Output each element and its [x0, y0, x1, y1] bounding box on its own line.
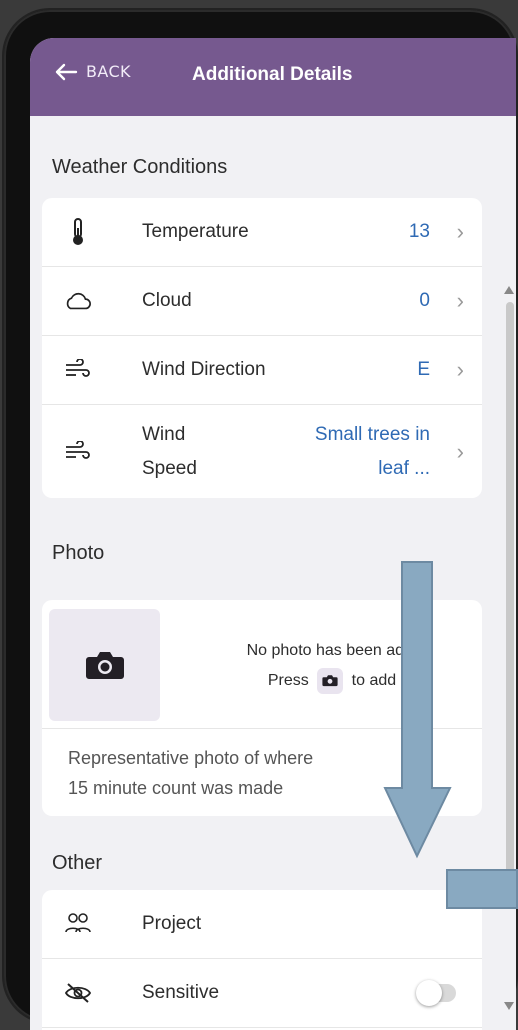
wind-direction-value: E [417, 359, 430, 380]
chevron-right-icon: › [456, 219, 464, 244]
cloud-icon [64, 287, 92, 315]
row-wind-direction[interactable]: Wind Direction E › [42, 336, 482, 405]
scroll-up-icon[interactable] [504, 286, 514, 294]
wind-speed-value-line1: Small trees in [314, 424, 430, 445]
photo-message-press: Press [267, 672, 309, 689]
annotation-arrow-down [383, 561, 452, 859]
project-label: Project [142, 913, 202, 934]
back-arrow-icon [55, 63, 78, 80]
cloud-value: 0 [419, 290, 430, 311]
row-wind-speed[interactable]: Wind Speed Small trees in leaf ... › [42, 405, 482, 498]
camera-icon [317, 667, 344, 694]
section-title-other: Other [52, 852, 103, 874]
sensitive-toggle[interactable] [416, 980, 456, 1006]
back-label: BACK [86, 62, 131, 81]
temperature-value: 13 [408, 221, 430, 242]
wind-icon [64, 438, 92, 466]
photo-message-line1: No photo has been ad [246, 642, 405, 659]
wind-icon [64, 356, 92, 384]
other-card: Project Sensitive [42, 890, 482, 1030]
wind-speed-value: Small trees in leaf ... [315, 418, 430, 486]
toggle-knob [416, 980, 442, 1006]
wind-speed-label-line2: Speed [142, 458, 197, 479]
photo-description-line2: 15 minute count was made [68, 778, 284, 798]
app-screen: BACK Additional Details Weather Conditio… [30, 38, 516, 1030]
device-frame: BACK Additional Details Weather Conditio… [4, 10, 516, 1030]
weather-card: Temperature 13 › Cloud 0 › Wind Directio… [42, 198, 482, 498]
wind-speed-label-line1: Wind [142, 424, 186, 445]
wind-speed-value-line2: leaf ... [378, 458, 430, 479]
annotation-arrow-stub [446, 869, 518, 909]
app-bar: BACK Additional Details [30, 38, 516, 116]
chevron-right-icon: › [456, 439, 464, 464]
eye-off-icon [64, 979, 92, 1007]
sensitive-label: Sensitive [142, 982, 220, 1003]
wind-direction-label: Wind Direction [142, 359, 266, 380]
camera-icon [85, 652, 124, 679]
page-title: Additional Details [192, 64, 353, 85]
chevron-right-icon: › [456, 357, 464, 382]
temperature-label: Temperature [142, 221, 249, 242]
thermometer-icon [64, 218, 92, 246]
section-title-weather: Weather Conditions [52, 156, 228, 178]
row-temperature[interactable]: Temperature 13 › [42, 198, 482, 267]
scroll-down-icon[interactable] [504, 1002, 514, 1010]
scrollbar-thumb[interactable] [506, 302, 514, 896]
people-icon [64, 910, 92, 938]
row-sensitive[interactable]: Sensitive [42, 959, 482, 1028]
section-title-photo: Photo [52, 542, 105, 564]
wind-speed-label: Wind Speed [142, 418, 197, 486]
row-project[interactable]: Project [42, 890, 482, 959]
row-cloud[interactable]: Cloud 0 › [42, 267, 482, 336]
chevron-right-icon: › [456, 288, 464, 313]
cloud-label: Cloud [142, 290, 192, 311]
back-button[interactable]: BACK [54, 62, 131, 81]
add-photo-button[interactable] [49, 609, 160, 721]
photo-description-line1: Representative photo of where [68, 748, 314, 768]
